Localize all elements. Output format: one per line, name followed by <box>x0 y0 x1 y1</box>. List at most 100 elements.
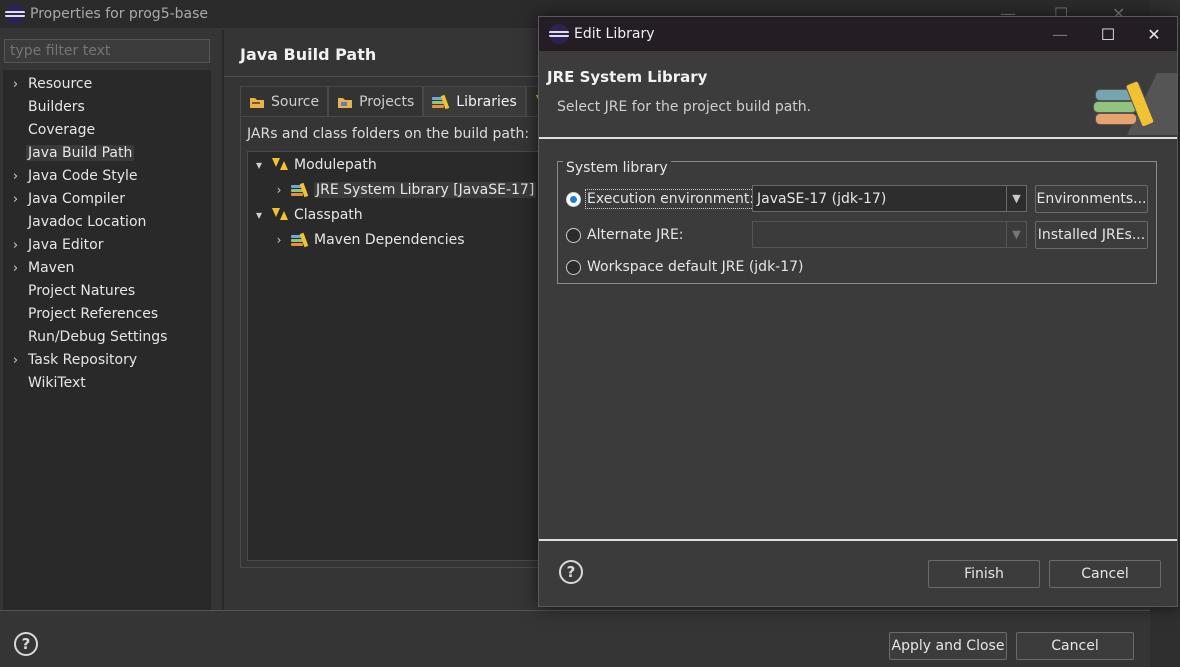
nav-item-label: Run/Debug Settings <box>28 329 168 345</box>
dialog-title: Edit Library <box>574 26 655 42</box>
nav-item-label: Java Code Style <box>28 168 138 184</box>
nav-item-label: Javadoc Location <box>28 214 147 230</box>
chevron-down-icon[interactable]: ▼ <box>1006 186 1026 211</box>
maximize-icon[interactable]: ☐ <box>1085 17 1131 51</box>
environments-button[interactable]: Environments... <box>1035 185 1148 213</box>
nav-item-label: Builders <box>28 99 85 115</box>
nav-item[interactable]: Java Build Path <box>3 142 211 164</box>
nav-item[interactable]: Run/Debug Settings <box>3 326 211 348</box>
execution-environment-value: JavaSE-17 (jdk-17) <box>757 190 887 207</box>
footer-divider <box>539 539 1177 541</box>
nav-item-label: Java Build Path <box>26 145 135 161</box>
chevron-down-icon[interactable]: ▼ <box>1006 222 1026 247</box>
source-folder-icon <box>250 97 264 108</box>
tree-label: Modulepath <box>294 157 377 173</box>
build-path-tabs: Source Projects Libraries C <box>240 86 578 116</box>
help-icon[interactable]: ? <box>14 632 38 656</box>
nav-item[interactable]: › Java Compiler <box>3 188 211 210</box>
chevron-right-icon[interactable]: › <box>3 261 28 276</box>
minimize-icon[interactable]: — <box>1037 17 1083 51</box>
tree-node-classpath[interactable]: ▾ Classpath <box>252 204 363 226</box>
tree-node-jre[interactable]: › JRE System Library [JavaSE-17] <box>272 179 537 201</box>
execution-environment-label: Execution environment: <box>584 189 757 209</box>
close-icon[interactable]: ✕ <box>1131 17 1177 51</box>
chevron-right-icon[interactable]: › <box>3 238 28 253</box>
nav-item[interactable]: › Task Repository <box>3 349 211 371</box>
chevron-right-icon[interactable]: › <box>3 353 28 368</box>
edit-library-dialog: Edit Library — ☐ ✕ JRE System Library Se… <box>538 16 1178 607</box>
execution-environment-select[interactable]: JavaSE-17 (jdk-17) ▼ <box>752 185 1027 212</box>
library-icon <box>291 182 309 198</box>
chevron-right-icon[interactable]: › <box>3 169 28 184</box>
sash-divider[interactable] <box>222 30 224 610</box>
nav-item[interactable]: Project References <box>3 303 211 325</box>
workspace-default-label: Workspace default JRE (jdk-17) <box>587 259 804 275</box>
nav-item[interactable]: › Resource <box>3 73 211 95</box>
nav-item-label: Maven <box>28 260 75 276</box>
nav-item[interactable]: WikiText <box>3 372 211 394</box>
installed-jres-button[interactable]: Installed JREs... <box>1035 221 1148 249</box>
nav-item[interactable]: Coverage <box>3 119 211 141</box>
chevron-right-icon[interactable]: › <box>3 192 28 207</box>
library-books-icon <box>1085 73 1177 138</box>
tree-label: JRE System Library [JavaSE-17] <box>314 182 537 198</box>
radio-selected[interactable] <box>566 191 581 207</box>
nav-item-label: Java Compiler <box>28 191 126 207</box>
alternate-jre-option[interactable]: Alternate JRE: <box>566 225 684 245</box>
chevron-right-icon[interactable]: › <box>272 233 286 247</box>
workspace-default-option[interactable]: Workspace default JRE (jdk-17) <box>566 257 804 277</box>
nav-item-label: Coverage <box>28 122 96 138</box>
dialog-header: JRE System Library Select JRE for the pr… <box>539 51 1177 138</box>
nav-item[interactable]: Project Natures <box>3 280 211 302</box>
alternate-jre-label: Alternate JRE: <box>587 227 684 243</box>
tab-source-label: Source <box>271 93 320 110</box>
build-path-tree[interactable]: ▾ Modulepath › JRE System Library [JavaS… <box>247 151 547 561</box>
eclipse-icon <box>549 24 569 44</box>
property-nav: › Resource Builders Coverage Java Build Path… <box>3 70 211 610</box>
execution-environment-option[interactable]: Execution environment: <box>566 189 757 209</box>
alternate-jre-select[interactable]: ▼ <box>752 221 1027 248</box>
libraries-description: JARs and class folders on the build path… <box>247 126 530 142</box>
project-folder-icon <box>338 97 353 108</box>
tab-libraries[interactable]: Libraries <box>423 86 526 116</box>
nav-item[interactable]: Builders <box>3 96 211 118</box>
nav-item-label: Java Editor <box>28 237 104 253</box>
cancel-button[interactable]: Cancel <box>1049 560 1161 588</box>
library-icon <box>291 232 309 248</box>
tab-libraries-label: Libraries <box>456 93 517 110</box>
window-title: Properties for prog5-base <box>30 6 209 22</box>
nav-item[interactable]: › Maven <box>3 257 211 279</box>
header-description: Select JRE for the project build path. <box>557 99 812 115</box>
tree-node-modulepath[interactable]: ▾ Modulepath <box>252 154 377 176</box>
classpath-icon <box>271 207 289 223</box>
nav-item[interactable]: › Java Editor <box>3 234 211 256</box>
header-divider <box>539 137 1177 139</box>
filter-input[interactable] <box>4 39 210 63</box>
nav-item-label: Project Natures <box>28 283 136 299</box>
tree-label: Maven Dependencies <box>314 232 465 248</box>
footer-divider <box>0 610 1150 611</box>
tab-projects[interactable]: Projects <box>328 86 424 116</box>
chevron-down-icon[interactable]: ▾ <box>252 158 266 172</box>
chevron-right-icon[interactable]: › <box>3 77 28 92</box>
tab-projects-label: Projects <box>359 93 415 110</box>
tree-node-maven[interactable]: › Maven Dependencies <box>272 229 465 251</box>
chevron-right-icon[interactable]: › <box>272 183 286 197</box>
help-icon[interactable]: ? <box>559 560 583 584</box>
chevron-down-icon[interactable]: ▾ <box>252 208 266 222</box>
nav-item[interactable]: › Java Code Style <box>3 165 211 187</box>
tree-label: Classpath <box>294 207 363 223</box>
nav-item[interactable]: Javadoc Location <box>3 211 211 233</box>
page-title: Java Build Path <box>240 45 377 64</box>
eclipse-icon <box>5 4 25 24</box>
library-icon <box>432 94 450 109</box>
radio-unselected[interactable] <box>566 259 581 275</box>
finish-button[interactable]: Finish <box>928 560 1040 588</box>
nav-item-label: Task Repository <box>28 352 138 368</box>
cancel-button[interactable]: Cancel <box>1016 632 1134 660</box>
nav-item-label: WikiText <box>28 375 86 391</box>
apply-and-close-button[interactable]: Apply and Close <box>889 632 1007 660</box>
tab-source[interactable]: Source <box>240 86 329 116</box>
system-library-legend: System library <box>563 160 671 176</box>
radio-unselected[interactable] <box>566 227 581 243</box>
